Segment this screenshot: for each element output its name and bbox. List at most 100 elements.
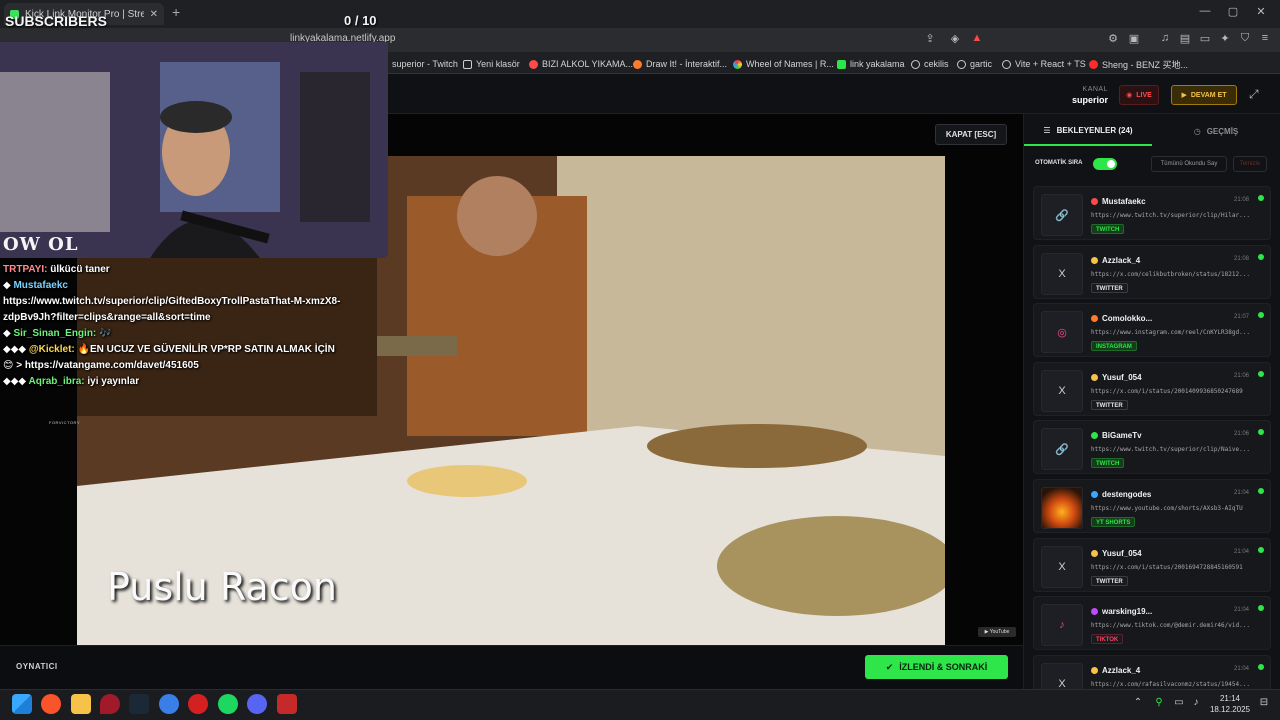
brave-browser-icon[interactable]: [41, 694, 61, 714]
windows-start-icon[interactable]: [12, 694, 32, 714]
platform-instagram-icon: ◎: [1041, 311, 1083, 354]
queue-item-url[interactable]: https://x.com/celikbutbroken/status/1821…: [1091, 271, 1267, 278]
sidebar-icon[interactable]: ▤: [1178, 32, 1192, 46]
maximize-icon[interactable]: ▢: [1224, 5, 1242, 21]
close-player-button[interactable]: KAPAT [ESC]: [935, 124, 1007, 145]
bookmark-item[interactable]: superior - Twitch: [392, 57, 458, 71]
platform-x-icon: X: [1041, 662, 1083, 689]
queue-item[interactable]: X Azzlack_4 21:08 https://x.com/celikbutbro…: [1033, 244, 1271, 299]
youtube-watermark-icon[interactable]: ▶ YouTube: [978, 627, 1016, 637]
bookmark-folder[interactable]: Yeni klasör: [463, 57, 520, 71]
vpn-icon[interactable]: ⛉: [1238, 32, 1252, 46]
bookmark-item[interactable]: Draw It! - İnteraktif...: [633, 57, 727, 71]
queue-item-user: Mustafaekc: [1091, 197, 1221, 206]
steam-icon[interactable]: [129, 694, 149, 714]
watched-next-button[interactable]: ✔ İZLENDİ & SONRAKİ: [865, 655, 1008, 679]
badge-icon: ◆: [3, 280, 14, 291]
chat-message: TRTPAYI: ülkücü taner: [3, 264, 110, 275]
bookmark-favicon-icon: [1089, 59, 1098, 69]
new-tab-button[interactable]: +: [172, 4, 186, 22]
network-icon[interactable]: ▭: [1173, 697, 1185, 709]
webcam-overlay: [0, 42, 388, 258]
queue-item[interactable]: X Yusuf_054 21:04 https://x.com/i/status/20…: [1033, 537, 1271, 592]
clear-button[interactable]: Temizle: [1233, 156, 1267, 172]
user-badge-icon: [1091, 549, 1098, 557]
clock-date: 18.12.2025: [1209, 705, 1251, 714]
close-tab-icon[interactable]: ✕: [150, 9, 158, 20]
app-icon[interactable]: [188, 694, 208, 714]
online-status-icon: [1258, 546, 1264, 553]
wallet-icon[interactable]: ▭: [1198, 32, 1212, 46]
app-icon[interactable]: [159, 694, 179, 714]
spotify-icon[interactable]: [218, 694, 238, 714]
video-thumbnail: [1041, 487, 1083, 529]
online-status-icon: [1258, 663, 1264, 670]
queue-item-time: 21:04: [1233, 665, 1249, 672]
discord-icon[interactable]: [247, 694, 267, 714]
queue-item[interactable]: ◎ Comolokko... 21:07 https://www.instagram.…: [1033, 303, 1271, 358]
tab-waiting[interactable]: ☰ BEKLEYENLER (24): [1024, 116, 1152, 146]
queue-item-url[interactable]: https://www.youtube.com/shorts/AXsb3-AIq…: [1091, 505, 1267, 512]
queue-item-url[interactable]: https://www.twitch.tv/superior/clip/Naiv…: [1091, 446, 1267, 453]
queue-item[interactable]: 🔗 Mustafaekc 21:08 https://www.twitch.tv/su…: [1033, 186, 1271, 240]
platform-x-icon: X: [1041, 545, 1083, 588]
notification-icon[interactable]: ⊟: [1258, 697, 1270, 709]
user-badge-icon: [1091, 198, 1098, 205]
tray-chevron-icon[interactable]: ⌃: [1132, 697, 1144, 709]
bookmark-favicon-icon: [837, 59, 846, 69]
queue-item-url[interactable]: https://www.tiktok.com/@demir.demir46/vi…: [1091, 622, 1267, 629]
queue-item-url[interactable]: https://www.twitch.tv/superior/clip/Hila…: [1091, 212, 1267, 219]
bookmark-item[interactable]: Wheel of Names | R...: [733, 57, 834, 71]
queue-item-url[interactable]: https://x.com/i/status/20016947288451605…: [1091, 564, 1267, 571]
live-button[interactable]: ◉ LIVE: [1119, 85, 1159, 105]
chat-message: 😊 > https://vatangame.com/davet/451605: [3, 360, 199, 371]
queue-item[interactable]: 🔗 BiGameTv 21:06 https://www.twitch.tv/supe…: [1033, 420, 1271, 475]
queue-item[interactable]: X Yusuf_054 21:06 https://x.com/i/status/20…: [1033, 361, 1271, 416]
bookmark-item[interactable]: cekilis: [911, 57, 949, 71]
queue-item-user: Yusuf_054: [1091, 373, 1221, 382]
menu-icon[interactable]: ≡: [1258, 32, 1272, 46]
folder-icon: [463, 59, 472, 69]
video-caption: Puslu Racon: [107, 565, 337, 609]
brave-shield-icon[interactable]: ◈: [948, 32, 962, 46]
tab-history[interactable]: ◷ GEÇMİŞ: [1152, 116, 1280, 146]
rewards-icon[interactable]: ▲: [970, 32, 984, 46]
platform-badge: INSTAGRAM: [1091, 341, 1137, 352]
queue-item[interactable]: X Azzlack_4 21:04 https://x.com/rafasilvaco…: [1033, 654, 1271, 689]
minimize-icon[interactable]: —: [1196, 5, 1214, 21]
bookmark-item[interactable]: link yakalama: [837, 57, 905, 71]
queue-item-url[interactable]: https://x.com/rafasilvaconmz/status/1945…: [1091, 681, 1267, 688]
extensions-icon[interactable]: ⚙: [1106, 32, 1120, 46]
close-window-icon[interactable]: ✕: [1252, 5, 1270, 21]
queue-item-url[interactable]: https://x.com/i/status/20014099368502476…: [1091, 388, 1267, 395]
platform-badge: YT SHORTS: [1091, 517, 1136, 527]
external-link-icon[interactable]: ⤢: [1249, 87, 1265, 103]
bookmark-item[interactable]: BIZI ALKOL YIKAMA...: [529, 57, 633, 71]
queue-item-time: 21:08: [1233, 197, 1249, 203]
badge-icon: ◆◆◆: [3, 344, 29, 355]
platform-badge: TWITCH: [1091, 458, 1125, 469]
queue-item[interactable]: destengodes 21:04 https://www.youtube.com/…: [1033, 479, 1271, 533]
maps-pin-icon[interactable]: [100, 694, 120, 714]
queue-item-url[interactable]: https://www.instagram.com/reel/CnKYLR38g…: [1091, 329, 1267, 336]
queue-item-time: 21:04: [1233, 548, 1249, 555]
file-explorer-icon[interactable]: [71, 694, 91, 714]
bookmark-item[interactable]: Sheng - BENZ 买地...: [1089, 57, 1188, 71]
clock[interactable]: 21:14 18.12.2025: [1206, 693, 1254, 715]
queue-item[interactable]: ♪ warsking19... 21:04 https://www.tiktok.co…: [1033, 596, 1271, 651]
music-icon[interactable]: ♫: [1158, 32, 1172, 46]
bookmark-item[interactable]: Vite + React + TS: [1002, 57, 1086, 71]
microphone-icon[interactable]: ⚲: [1153, 697, 1165, 709]
screenshot-icon[interactable]: ▣: [1127, 32, 1141, 46]
play-icon: ▶: [1181, 92, 1187, 99]
auto-queue-toggle[interactable]: [1093, 158, 1117, 170]
continue-button[interactable]: ▶ DEVAM ET: [1171, 85, 1237, 105]
bookmark-item[interactable]: gartic: [957, 57, 992, 71]
volume-icon[interactable]: ♪: [1190, 697, 1202, 709]
share-icon[interactable]: ⇪: [923, 32, 937, 46]
mark-all-read-button[interactable]: Tümünü Okundu Say: [1151, 156, 1227, 172]
platform-x-icon: X: [1041, 252, 1083, 295]
user-badge-icon: [1091, 432, 1098, 440]
leo-icon[interactable]: ✦: [1218, 32, 1232, 46]
app-icon[interactable]: [277, 694, 297, 714]
